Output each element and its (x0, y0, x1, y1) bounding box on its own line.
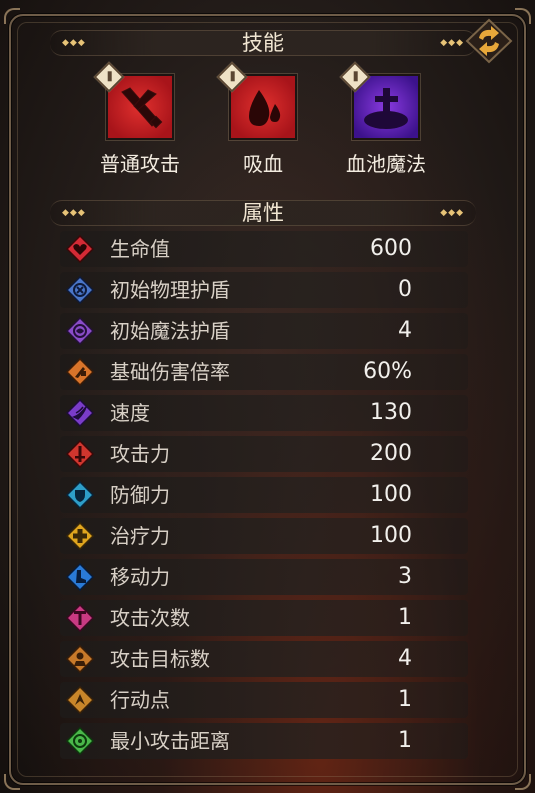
heal-icon (66, 522, 94, 550)
attributes-title: 属性 (242, 201, 284, 225)
stat-row-min-range: 最小攻击距离 1 (60, 723, 468, 759)
speed-icon (66, 399, 94, 427)
stat-label: 攻击力 (110, 442, 170, 466)
skill-name: 普通攻击 (100, 152, 180, 176)
stat-row-attack: 攻击力 200 (60, 436, 468, 472)
stat-value: 60% (363, 359, 412, 384)
stat-value: 100 (370, 523, 412, 548)
skill-slot[interactable]: 吸血 (208, 61, 318, 176)
skill-icon-box[interactable] (339, 61, 420, 140)
header-ornament: ◆◆◆ (440, 38, 464, 48)
stat-value: 1 (398, 728, 412, 753)
stat-value: 1 (398, 687, 412, 712)
character-info-panel: ◆◆◆ 技能 ◆◆◆ 普通攻击 吸血 血池魔法 ◆◆◆ 属性 ◆◆◆ 生命值 6… (0, 0, 535, 793)
stat-label: 生命值 (110, 237, 170, 261)
stat-row-target-count: 攻击目标数 4 (60, 641, 468, 677)
sword-attack-icon (121, 87, 163, 129)
frame-corner (4, 8, 20, 24)
skill-slot[interactable]: 普通攻击 (85, 61, 195, 176)
header-ornament: ◆◆◆ (440, 208, 464, 218)
stat-label: 治疗力 (110, 524, 170, 548)
defense-icon (66, 481, 94, 509)
target-count-icon (66, 645, 94, 673)
stat-value: 4 (398, 646, 412, 671)
blood-drop-icon (249, 90, 281, 126)
header-ornament: ◆◆◆ (62, 208, 86, 218)
stat-value: 200 (370, 441, 412, 466)
min-range-icon (66, 727, 94, 755)
skill-name: 血池魔法 (346, 152, 426, 176)
stat-row-action-points: 行动点 1 (60, 682, 468, 718)
stat-label: 攻击次数 (110, 606, 190, 630)
stat-row-attack-count: 攻击次数 1 (60, 600, 468, 636)
swap-button[interactable] (465, 18, 513, 64)
stat-label: 初始魔法护盾 (110, 319, 230, 343)
stat-row-magic-shield: 初始魔法护盾 4 (60, 313, 468, 349)
skills-header: ◆◆◆ 技能 ◆◆◆ (50, 30, 476, 56)
physical-shield-icon (66, 276, 94, 304)
skill-name: 吸血 (243, 152, 283, 176)
stat-value: 1 (398, 605, 412, 630)
stat-label: 攻击目标数 (110, 647, 210, 671)
stat-row-damage-multiplier: 基础伤害倍率 60% (60, 354, 468, 390)
stat-value: 600 (370, 236, 412, 261)
attributes-header: ◆◆◆ 属性 ◆◆◆ (50, 200, 476, 226)
stat-label: 行动点 (110, 688, 170, 712)
stat-row-heal: 治疗力 100 (60, 518, 468, 554)
stat-label: 初始物理护盾 (110, 278, 230, 302)
stat-row-speed: 速度 130 (60, 395, 468, 431)
stat-label: 速度 (110, 401, 150, 425)
skill-slot[interactable]: 血池魔法 (331, 61, 441, 176)
stat-row-physical-shield: 初始物理护盾 0 (60, 272, 468, 308)
swap-arrows-icon (465, 18, 513, 64)
action-point-icon (66, 686, 94, 714)
stat-value: 100 (370, 482, 412, 507)
boot-move-icon (66, 563, 94, 591)
frame-corner (515, 8, 531, 24)
damage-multiplier-icon (66, 358, 94, 386)
skill-icon-box[interactable] (216, 61, 297, 140)
stat-label: 防御力 (110, 483, 170, 507)
skills-title: 技能 (242, 31, 284, 55)
attack-icon (66, 440, 94, 468)
stat-value: 130 (370, 400, 412, 425)
magic-shield-icon (66, 317, 94, 345)
stat-value: 3 (398, 564, 412, 589)
frame-corner (4, 774, 20, 790)
stat-value: 0 (398, 277, 412, 302)
stat-row-defense: 防御力 100 (60, 477, 468, 513)
stat-label: 最小攻击距离 (110, 729, 230, 753)
heart-icon (66, 235, 94, 263)
attack-count-icon (66, 604, 94, 632)
header-ornament: ◆◆◆ (62, 38, 86, 48)
stat-label: 基础伤害倍率 (110, 360, 230, 384)
blood-pool-cross-icon (364, 88, 408, 129)
frame-corner (515, 774, 531, 790)
stat-row-hp: 生命值 600 (60, 231, 468, 267)
stat-row-move: 移动力 3 (60, 559, 468, 595)
stat-value: 4 (398, 318, 412, 343)
stat-label: 移动力 (110, 565, 170, 589)
skill-icon-box[interactable] (93, 61, 174, 140)
